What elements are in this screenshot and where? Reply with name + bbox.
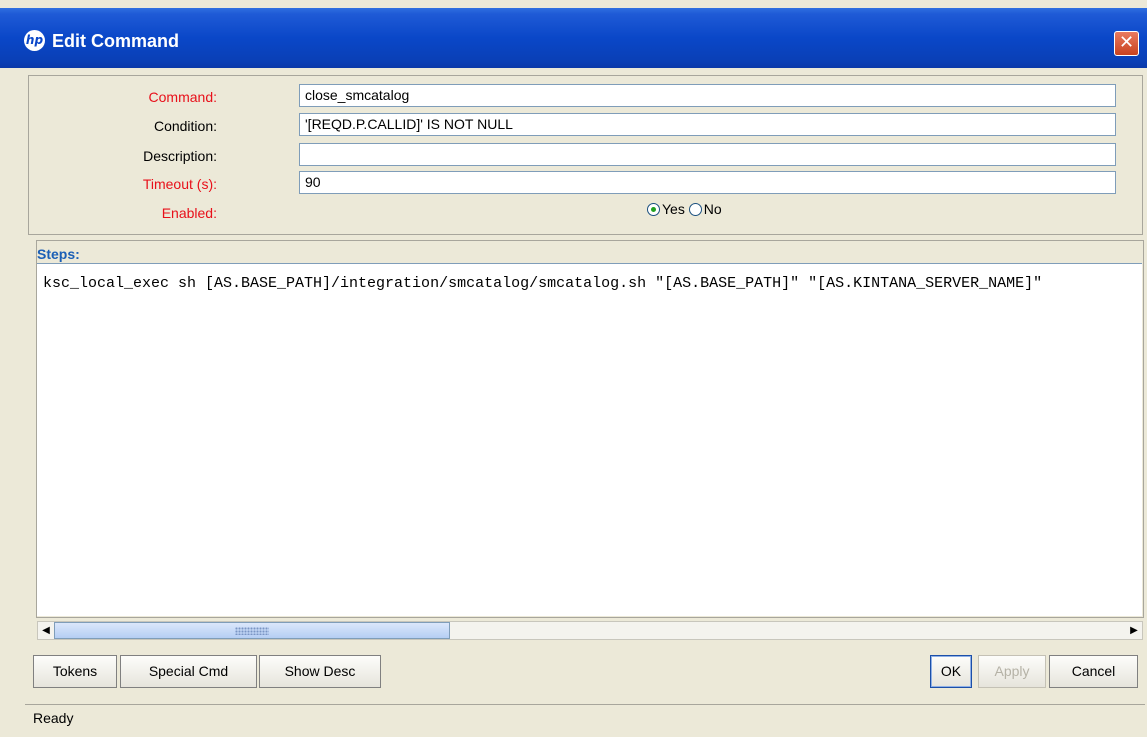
steps-textarea[interactable]: ksc_local_exec sh [AS.BASE_PATH]/integra… bbox=[37, 263, 1142, 616]
arrow-right-icon[interactable]: ▶ bbox=[1126, 622, 1142, 639]
timeout-field[interactable]: 90 bbox=[299, 171, 1116, 194]
status-text: Ready bbox=[33, 710, 74, 726]
edit-command-window: hp Edit Command ✕ Command: close_smcatal… bbox=[0, 0, 1147, 737]
show-desc-button[interactable]: Show Desc bbox=[259, 655, 381, 688]
title-bar[interactable]: hp Edit Command ✕ bbox=[0, 8, 1147, 68]
enabled-radio-group: Yes No bbox=[647, 199, 722, 219]
steps-label: Steps: bbox=[37, 246, 80, 262]
condition-label: Condition: bbox=[153, 118, 217, 134]
special-cmd-button[interactable]: Special Cmd bbox=[120, 655, 257, 688]
cancel-button[interactable]: Cancel bbox=[1049, 655, 1138, 688]
description-field[interactable] bbox=[299, 143, 1116, 166]
dialog-content: Command: close_smcatalog Condition: '[RE… bbox=[25, 70, 1145, 737]
enabled-no-label: No bbox=[703, 201, 722, 217]
hp-logo-icon: hp bbox=[24, 30, 45, 51]
grip-icon bbox=[235, 627, 269, 635]
timeout-label: Timeout (s): bbox=[142, 176, 217, 192]
arrow-left-icon[interactable]: ◀ bbox=[38, 622, 54, 639]
radio-no-icon[interactable] bbox=[688, 203, 702, 216]
apply-button: Apply bbox=[978, 655, 1046, 688]
radio-yes-icon[interactable] bbox=[647, 203, 660, 216]
horizontal-scrollbar[interactable]: ◀ ▶ bbox=[37, 621, 1143, 640]
window-title: Edit Command bbox=[52, 31, 180, 51]
status-bar: Ready bbox=[25, 704, 1145, 729]
condition-field[interactable]: '[REQD.P.CALLID]' IS NOT NULL bbox=[299, 113, 1116, 136]
ok-button[interactable]: OK bbox=[930, 655, 972, 688]
enabled-yes-option[interactable]: Yes bbox=[647, 201, 689, 217]
enabled-yes-label: Yes bbox=[662, 201, 685, 217]
command-label: Command: bbox=[148, 89, 217, 105]
description-label: Description: bbox=[143, 148, 217, 164]
enabled-label: Enabled: bbox=[161, 205, 217, 221]
scrollbar-thumb[interactable] bbox=[54, 622, 450, 639]
command-field[interactable]: close_smcatalog bbox=[299, 84, 1116, 107]
enabled-no-option[interactable]: No bbox=[688, 201, 722, 217]
close-icon[interactable]: ✕ bbox=[1114, 31, 1139, 56]
tokens-button[interactable]: Tokens bbox=[33, 655, 117, 688]
